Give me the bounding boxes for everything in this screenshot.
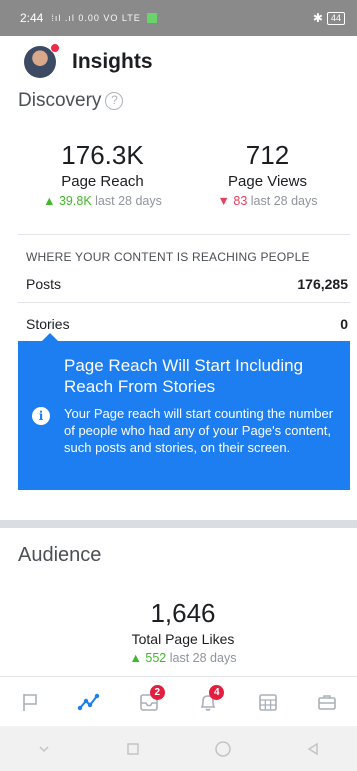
briefcase-icon (318, 694, 337, 710)
inbox-badge: 2 (149, 684, 165, 700)
total-likes-change-value: 552 (145, 651, 167, 665)
flag-icon (22, 693, 37, 711)
page-views-value: 712 (245, 140, 290, 170)
total-likes-value: 1,646 (150, 598, 216, 628)
notification-dot-icon (50, 43, 60, 53)
reach-row-value: 176,285 (297, 276, 348, 292)
total-likes-label: Total Page Likes (131, 631, 235, 647)
tooltip-title: Page Reach Will Start Including Reach Fr… (64, 356, 304, 396)
reach-row-posts: Posts 176,285 (26, 276, 348, 292)
system-nav-bar (0, 726, 357, 771)
chevron-down-icon[interactable] (36, 741, 52, 757)
nav-tools[interactable] (307, 682, 347, 722)
audience-heading: Audience (18, 544, 102, 566)
page-reach-change-suffix: last 28 days (95, 194, 162, 208)
triangle-up-icon: ▲ (43, 194, 56, 208)
reach-row-value: 0 (340, 316, 348, 332)
notification-icon (146, 13, 157, 23)
home-icon[interactable] (214, 740, 232, 758)
reach-row-label: Posts (26, 276, 62, 292)
app-header: Insights (0, 36, 357, 88)
status-right: ✱ 44 (313, 11, 345, 25)
reach-row-stories: Stories 0 (26, 316, 348, 332)
page-views-change-value: 83 (233, 194, 248, 208)
battery-icon: 44 (326, 11, 345, 25)
triangle-up-icon: ▲ (129, 651, 142, 665)
triangle-down-icon: ▼ (217, 194, 230, 208)
notifications-badge: 4 (209, 684, 225, 700)
page-reach-metric[interactable]: 176.3K Page Reach ▲ 39.8K last 28 days (30, 140, 175, 208)
page-views-change-suffix: last 28 days (250, 194, 318, 208)
recents-icon[interactable] (125, 741, 141, 757)
divider (18, 302, 350, 303)
signal-indicator: ⁞ıl .ıl 0.00 VO LTE (51, 13, 141, 23)
section-separator (0, 520, 357, 528)
page-reach-value: 176.3K (61, 140, 144, 170)
total-likes-metric[interactable]: 1,646 Total Page Likes ▲ 552 last 28 day… (98, 598, 268, 665)
info-icon: i (32, 407, 50, 425)
calendar-icon (258, 693, 277, 711)
total-likes-change-suffix: last 28 days (169, 651, 237, 665)
back-icon[interactable] (305, 741, 321, 757)
tooltip-body: Your Page reach will start counting the … (64, 406, 334, 455)
page-reach-change-value: 39.8K (58, 194, 92, 208)
discovery-heading: Discovery ? (18, 90, 124, 112)
nav-inbox[interactable]: 2 (129, 682, 169, 722)
divider (18, 234, 350, 235)
total-likes-change: ▲ 552 last 28 days (98, 651, 268, 665)
help-icon[interactable]: ? (105, 92, 124, 110)
reach-heading: WHERE YOUR CONTENT IS REACHING PEOPLE (26, 250, 310, 264)
nav-notifications[interactable]: 4 (188, 682, 228, 722)
nav-pages[interactable] (10, 682, 50, 722)
page-views-metric[interactable]: 712 Page Views ▼ 83 last 28 days (195, 140, 340, 208)
nav-calendar[interactable] (248, 682, 288, 722)
page-views-change: ▼ 83 last 28 days (195, 194, 340, 208)
bluetooth-icon: ✱ (312, 11, 323, 25)
insights-icon (78, 693, 100, 710)
reach-row-label: Stories (26, 316, 70, 332)
page-title: Insights (72, 50, 153, 73)
status-time: 2:44 (20, 11, 44, 25)
page-reach-change: ▲ 39.8K last 28 days (30, 194, 175, 208)
nav-insights[interactable] (69, 682, 109, 722)
stories-reach-tooltip[interactable]: Page Reach Will Start Including Reach Fr… (18, 333, 350, 490)
avatar[interactable] (24, 43, 60, 78)
page-reach-label: Page Reach (61, 173, 144, 190)
page-views-label: Page Views (228, 173, 307, 190)
bottom-nav: 2 4 (0, 676, 357, 726)
tooltip-arrow (42, 333, 58, 341)
discovery-title: Discovery (18, 90, 102, 111)
status-bar: 2:44 ⁞ıl .ıl 0.00 VO LTE ✱ 44 (0, 0, 357, 36)
